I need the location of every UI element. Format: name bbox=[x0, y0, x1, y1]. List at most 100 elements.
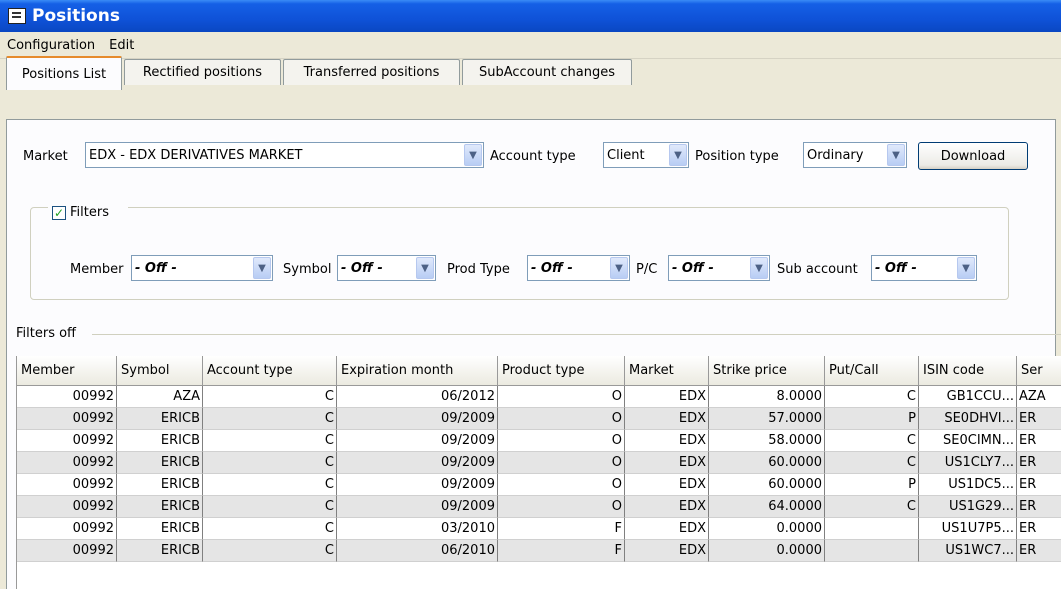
cell-product-type: F bbox=[498, 540, 625, 562]
member-filter-value: - Off - bbox=[135, 260, 177, 276]
cell-series: ER bbox=[1017, 518, 1061, 540]
filters-group bbox=[30, 207, 1009, 300]
cell-member: 00992 bbox=[17, 386, 117, 408]
chevron-down-icon[interactable]: ▼ bbox=[750, 257, 768, 279]
table-row[interactable]: 00992 ERICB C 09/2009 O EDX 60.0000 P US1DC5... E… bbox=[17, 474, 1061, 496]
cell-strike-price: 64.0000 bbox=[709, 496, 825, 518]
symbol-filter-value: - Off - bbox=[341, 260, 383, 276]
cell-symbol: ERICB bbox=[117, 408, 203, 430]
cell-strike-price: 60.0000 bbox=[709, 474, 825, 496]
table-row[interactable]: 00992 ERICB C 09/2009 O EDX 64.0000 C US1G29... E… bbox=[17, 496, 1061, 518]
menu-edit[interactable]: Edit bbox=[102, 38, 141, 53]
cell-market: EDX bbox=[625, 474, 709, 496]
filters-checkbox[interactable]: ✓ bbox=[52, 206, 66, 220]
table-row[interactable]: 00992 ERICB C 06/2010 F EDX 0.0000 US1WC7... ER bbox=[17, 540, 1061, 562]
cell-product-type: O bbox=[498, 474, 625, 496]
cell-market: EDX bbox=[625, 452, 709, 474]
cell-market: EDX bbox=[625, 408, 709, 430]
menu-configuration[interactable]: Configuration bbox=[0, 38, 102, 53]
tab-rectified-positions[interactable]: Rectified positions bbox=[124, 59, 281, 85]
column-header-symbol[interactable]: Symbol bbox=[117, 356, 203, 386]
pc-filter-select[interactable]: - Off - ▼ bbox=[668, 255, 770, 281]
cell-strike-price: 57.0000 bbox=[709, 408, 825, 430]
cell-market: EDX bbox=[625, 518, 709, 540]
account-type-value: Client bbox=[607, 147, 645, 163]
column-header-account-type[interactable]: Account type bbox=[203, 356, 337, 386]
cell-product-type: O bbox=[498, 408, 625, 430]
chevron-down-icon[interactable]: ▼ bbox=[957, 257, 975, 279]
chevron-down-icon[interactable]: ▼ bbox=[887, 144, 905, 166]
table-row[interactable]: 00992 ERICB C 09/2009 O EDX 57.0000 P SE0DHVI...… bbox=[17, 408, 1061, 430]
symbol-filter-select[interactable]: - Off - ▼ bbox=[337, 255, 436, 281]
table-row[interactable]: 00992 ERICB C 03/2010 F EDX 0.0000 US1U7P5... ER bbox=[17, 518, 1061, 540]
tab-subaccount-changes[interactable]: SubAccount changes bbox=[462, 59, 632, 85]
cell-expiration-month: 09/2009 bbox=[337, 496, 498, 518]
column-header-strike-price[interactable]: Strike price bbox=[709, 356, 825, 386]
cell-put-call: C bbox=[825, 452, 919, 474]
table-row[interactable]: 00992 AZA C 06/2012 O EDX 8.0000 C GB1CCU... AZA bbox=[17, 386, 1061, 408]
position-type-value: Ordinary bbox=[807, 147, 864, 163]
menu-bar: Configuration Edit bbox=[0, 32, 1061, 59]
market-select[interactable]: EDX - EDX DERIVATIVES MARKET ▼ bbox=[85, 142, 484, 168]
app-icon bbox=[8, 8, 26, 24]
chevron-down-icon[interactable]: ▼ bbox=[416, 257, 434, 279]
cell-account-type: C bbox=[203, 474, 337, 496]
cell-market: EDX bbox=[625, 386, 709, 408]
table-row[interactable]: 00992 ERICB C 09/2009 O EDX 58.0000 C SE0CIMN...… bbox=[17, 430, 1061, 452]
cell-series: ER bbox=[1017, 540, 1061, 562]
cell-member: 00992 bbox=[17, 452, 117, 474]
column-header-series[interactable]: Ser bbox=[1017, 356, 1061, 386]
prod-type-filter-select[interactable]: - Off - ▼ bbox=[527, 255, 630, 281]
cell-isin-code: US1DC5... bbox=[919, 474, 1017, 496]
column-header-expiration-month[interactable]: Expiration month bbox=[337, 356, 498, 386]
table-header: Member Symbol Account type Expiration mo… bbox=[17, 356, 1061, 386]
sub-account-filter-select[interactable]: - Off - ▼ bbox=[871, 255, 977, 281]
download-button[interactable]: Download bbox=[918, 142, 1028, 170]
cell-member: 00992 bbox=[17, 540, 117, 562]
cell-product-type: F bbox=[498, 518, 625, 540]
column-header-put-call[interactable]: Put/Call bbox=[825, 356, 919, 386]
chevron-down-icon[interactable]: ▼ bbox=[610, 257, 628, 279]
table-row[interactable]: 00992 ERICB C 09/2009 O EDX 60.0000 C US1CLY7...… bbox=[17, 452, 1061, 474]
cell-series: ER bbox=[1017, 430, 1061, 452]
cell-expiration-month: 06/2010 bbox=[337, 540, 498, 562]
column-header-market[interactable]: Market bbox=[625, 356, 709, 386]
column-header-member[interactable]: Member bbox=[17, 356, 117, 386]
cell-expiration-month: 09/2009 bbox=[337, 452, 498, 474]
prod-type-filter-label: Prod Type bbox=[447, 262, 510, 277]
cell-put-call bbox=[825, 518, 919, 540]
cell-expiration-month: 09/2009 bbox=[337, 408, 498, 430]
column-header-isin-code[interactable]: ISIN code bbox=[919, 356, 1017, 386]
cell-symbol: ERICB bbox=[117, 518, 203, 540]
cell-symbol: ERICB bbox=[117, 430, 203, 452]
section-divider bbox=[92, 334, 1061, 335]
window-titlebar[interactable]: Positions bbox=[0, 0, 1061, 32]
member-filter-select[interactable]: - Off - ▼ bbox=[131, 255, 273, 281]
cell-isin-code: US1CLY7... bbox=[919, 452, 1017, 474]
cell-series: AZA bbox=[1017, 386, 1061, 408]
cell-put-call: P bbox=[825, 408, 919, 430]
symbol-filter-label: Symbol bbox=[283, 262, 332, 277]
cell-isin-code: US1WC7... bbox=[919, 540, 1017, 562]
positions-table[interactable]: Member Symbol Account type Expiration mo… bbox=[16, 356, 1061, 589]
cell-product-type: O bbox=[498, 430, 625, 452]
cell-product-type: O bbox=[498, 452, 625, 474]
chevron-down-icon[interactable]: ▼ bbox=[464, 144, 482, 166]
chevron-down-icon[interactable]: ▼ bbox=[669, 144, 687, 166]
account-type-select[interactable]: Client ▼ bbox=[603, 142, 689, 168]
sub-account-filter-label: Sub account bbox=[777, 262, 858, 277]
member-filter-label: Member bbox=[70, 262, 124, 277]
column-header-product-type[interactable]: Product type bbox=[498, 356, 625, 386]
market-label: Market bbox=[23, 149, 68, 164]
tab-positions-list[interactable]: Positions List bbox=[6, 56, 122, 90]
cell-member: 00992 bbox=[17, 430, 117, 452]
cell-symbol: ERICB bbox=[117, 452, 203, 474]
position-type-select[interactable]: Ordinary ▼ bbox=[803, 142, 907, 168]
chevron-down-icon[interactable]: ▼ bbox=[253, 257, 271, 279]
pc-filter-value: - Off - bbox=[672, 260, 714, 276]
cell-market: EDX bbox=[625, 430, 709, 452]
cell-strike-price: 8.0000 bbox=[709, 386, 825, 408]
cell-account-type: C bbox=[203, 408, 337, 430]
cell-put-call: C bbox=[825, 496, 919, 518]
tab-transferred-positions[interactable]: Transferred positions bbox=[283, 59, 460, 85]
